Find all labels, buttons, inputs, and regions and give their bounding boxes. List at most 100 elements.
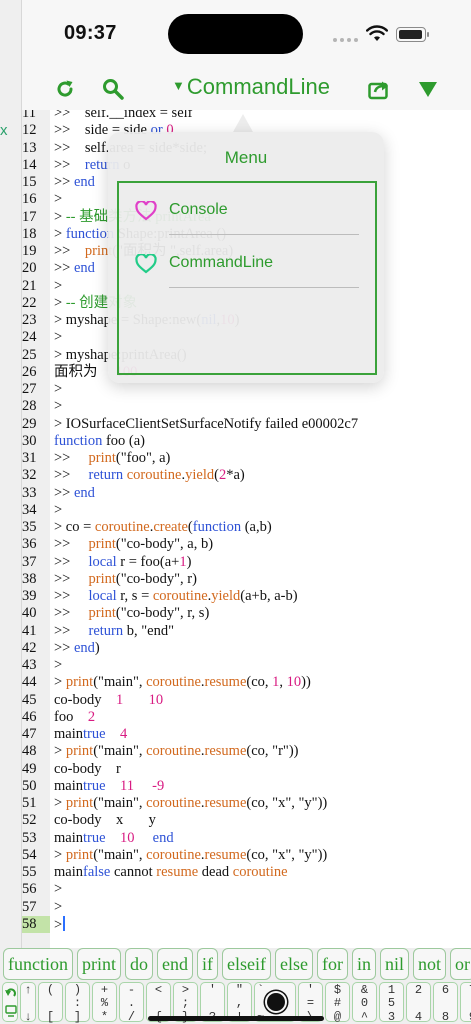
signal-icon <box>333 38 358 42</box>
code-line[interactable]: 40 >> print("co-body", r, s) <box>22 605 471 622</box>
symbol-key[interactable]: $ # @ <box>325 982 350 1024</box>
symbol-key[interactable]: ([ <box>38 982 63 1024</box>
line-number: 38 <box>22 570 37 587</box>
line-number: 49 <box>22 760 37 777</box>
menu-item-commandline[interactable]: CommandLine <box>133 246 363 286</box>
share-button[interactable] <box>366 76 392 102</box>
refresh-icon <box>57 80 73 97</box>
code-line[interactable]: 27 > <box>22 381 471 398</box>
up-arrow-icon: ↑ <box>24 983 32 997</box>
symbol-key[interactable]: & 0 ^ <box>352 982 377 1024</box>
keyword-button-do[interactable]: do <box>125 948 153 980</box>
code-line[interactable]: 39 >> local r, s = coroutine.yield(a+b, a… <box>22 588 471 605</box>
code-text: co-body x y <box>54 812 156 829</box>
code-line[interactable]: 33 >> end <box>22 485 471 502</box>
keyword-button-nil[interactable]: nil <box>379 948 409 980</box>
code-line[interactable]: 38 >> print("co-body", r) <box>22 571 471 588</box>
keyword-button-in[interactable]: in <box>351 948 376 980</box>
code-line[interactable]: 30 function foo (a) <box>22 433 471 450</box>
code-text: maintrue 4 <box>54 726 128 742</box>
line-number: 15 <box>22 174 37 190</box>
keyword-button-not[interactable]: not <box>413 948 447 980</box>
keyword-button-elseif[interactable]: elseif <box>222 948 271 980</box>
code-text: maintrue 11 -9 <box>54 777 165 794</box>
keyword-button-else[interactable]: else <box>274 948 313 980</box>
search-button[interactable] <box>100 76 126 102</box>
code-line[interactable]: 53 maintrue 10 end <box>22 830 471 847</box>
code-line[interactable]: 55 mainfalse cannot resume dead coroutine <box>22 864 471 881</box>
dropdown-button[interactable] <box>415 76 441 102</box>
line-number: 34 <box>22 501 37 518</box>
line-number: 17 <box>22 208 37 225</box>
code-line[interactable]: 54 > print("main", coroutine.resume(co, "… <box>22 847 471 864</box>
code-line[interactable]: 41 >> return b, "end" <box>22 623 471 640</box>
line-number: 33 <box>22 484 37 501</box>
symbol-glyph: $ <box>333 983 342 997</box>
line-number: 30 <box>22 432 37 449</box>
line-number: 39 <box>22 588 37 604</box>
text-cursor <box>63 915 65 931</box>
line-number: 18 <box>22 225 37 242</box>
line-number: 48 <box>22 743 37 760</box>
symbol-key[interactable]: +% * <box>92 982 117 1024</box>
symbol-key[interactable]: 68 <box>433 982 458 1024</box>
code-line[interactable]: 58 > <box>22 915 471 933</box>
down-arrow-icon: ↓ <box>24 1010 32 1024</box>
code-line[interactable]: 44 > print("main", coroutine.resume(co, 1… <box>22 674 471 691</box>
symbol-glyph: + <box>100 983 109 997</box>
menu-item-console[interactable]: Console <box>133 193 363 233</box>
code-line[interactable]: 46 foo 2 <box>22 709 471 726</box>
code-line[interactable]: 45 co-body 1 10 <box>22 692 471 709</box>
refresh-button[interactable] <box>52 76 78 102</box>
symbol-glyph: 1 <box>387 983 396 997</box>
code-line[interactable]: 35 > co = coroutine.create(function (a,b) <box>22 519 471 536</box>
code-text: foo 2 <box>54 708 96 725</box>
keyword-button-or[interactable]: or <box>450 948 471 980</box>
code-line[interactable]: 51 > print("main", coroutine.resume(co, "… <box>22 795 471 812</box>
close-icon[interactable]: x <box>0 122 8 139</box>
symbol-key[interactable]: ):] <box>65 982 90 1024</box>
code-line[interactable]: 36 >> print("co-body", a, b) <box>22 536 471 553</box>
code-line[interactable]: 56 > <box>22 881 471 898</box>
keyword-button-for[interactable]: for <box>316 948 348 980</box>
symbol-key[interactable]: 24 <box>406 982 431 1024</box>
arrow-keys[interactable]: ↑ ↓ <box>20 982 36 1024</box>
code-line[interactable]: 31 >> print("foo", a) <box>22 450 471 467</box>
code-line[interactable]: 52 co-body x y <box>22 812 471 829</box>
menu-popover: Menu Console CommandLine <box>108 132 384 383</box>
code-line[interactable]: 48 > print("main", coroutine.resume(co, "… <box>22 743 471 760</box>
undo-redo-key[interactable] <box>2 982 18 1022</box>
mode-selector[interactable]: ▼CommandLine <box>172 74 330 100</box>
caret-down-icon: ▼ <box>172 78 185 93</box>
symbol-key[interactable]: -. / <box>119 982 144 1024</box>
code-text: maintrue 10 end <box>54 829 174 846</box>
code-line[interactable]: 29 > IOSurfaceClientSetSurfaceNotify fail… <box>22 416 471 433</box>
keyword-button-function[interactable]: function <box>3 948 73 980</box>
code-line[interactable]: 32 >> return coroutine.yield(2*a) <box>22 467 471 484</box>
keyword-button-if[interactable]: if <box>197 948 218 980</box>
code-text: > <box>54 277 63 294</box>
code-line[interactable]: 28 > <box>22 398 471 415</box>
keyword-button-end[interactable]: end <box>157 948 193 980</box>
code-text: > IOSurfaceClientSetSurfaceNotify failed… <box>54 415 359 432</box>
code-line[interactable]: 43 > <box>22 657 471 674</box>
line-number: 46 <box>22 708 37 725</box>
code-line[interactable]: 42 >> end) <box>22 640 471 657</box>
line-number: 41 <box>22 622 37 639</box>
code-line[interactable]: 49 co-body r <box>22 761 471 778</box>
code-line[interactable]: 57 > <box>22 899 471 916</box>
code-line[interactable]: 50 maintrue 11 -9 <box>22 778 471 795</box>
symbol-glyph: 9 <box>461 1010 471 1024</box>
line-number: 56 <box>22 881 37 898</box>
home-indicator <box>148 1016 324 1021</box>
line-number: 31 <box>22 450 37 466</box>
code-line[interactable]: 34 > <box>22 502 471 519</box>
menu-separator <box>169 287 359 288</box>
code-text: >> self.__index = self <box>54 110 193 121</box>
battery-icon <box>396 27 429 42</box>
code-line[interactable]: 37 >> local r = foo(a+1) <box>22 554 471 571</box>
symbol-key[interactable]: 79 <box>460 982 471 1024</box>
symbol-key[interactable]: 153 <box>379 982 404 1024</box>
keyword-button-print[interactable]: print <box>77 948 121 980</box>
code-line[interactable]: 47 maintrue 4 <box>22 726 471 743</box>
